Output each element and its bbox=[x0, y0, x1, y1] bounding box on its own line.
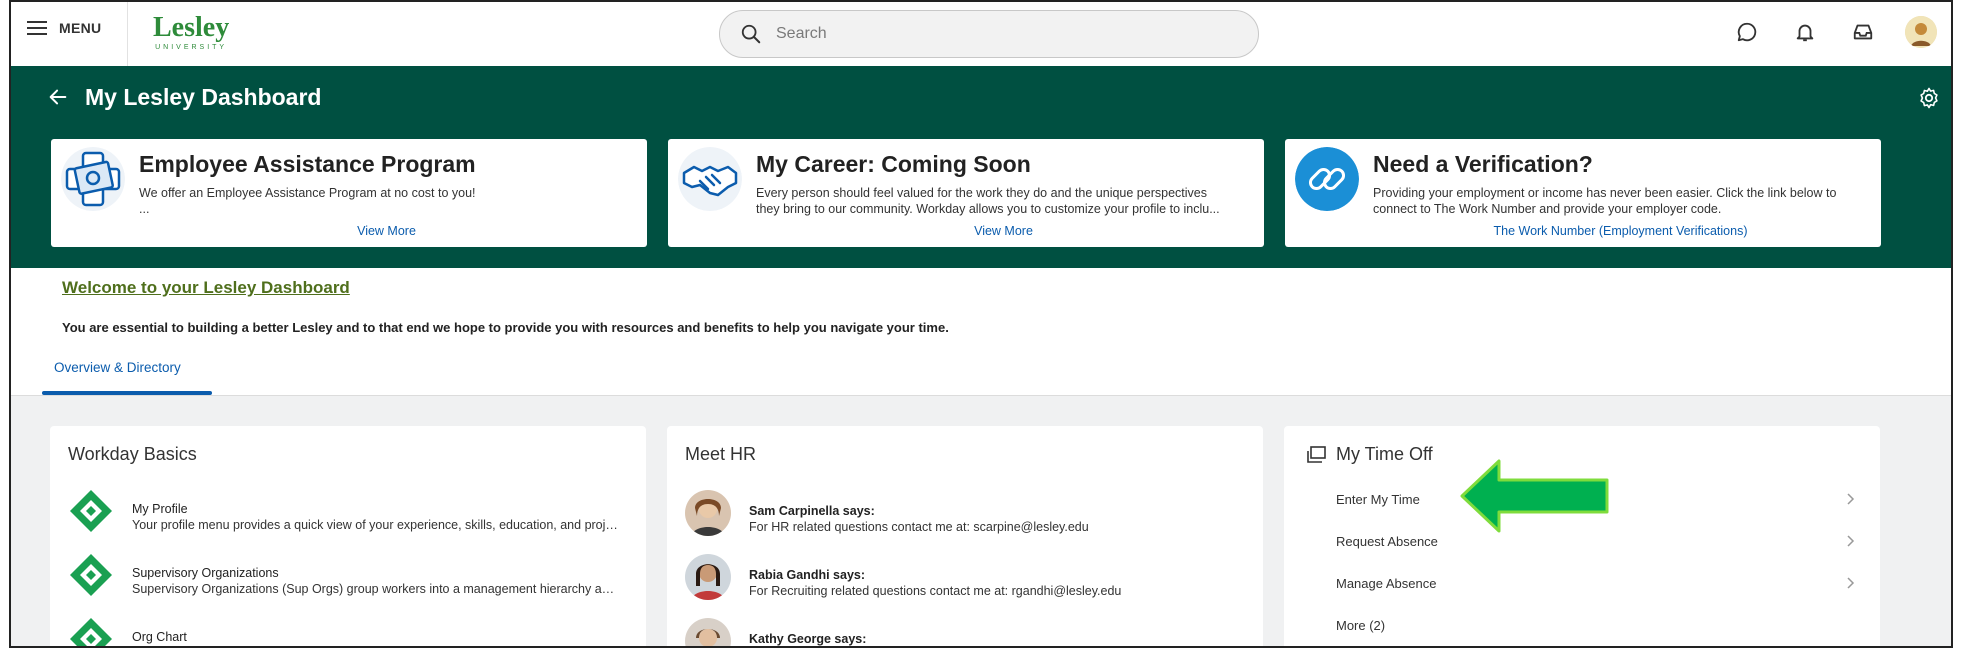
item-name: Supervisory Organizations bbox=[132, 566, 279, 580]
workday-diamond-icon bbox=[70, 490, 112, 532]
item-label: Request Absence bbox=[1336, 534, 1438, 549]
chevron-right-icon bbox=[1847, 535, 1855, 547]
inbox-icon[interactable] bbox=[1847, 16, 1879, 48]
tab-underline bbox=[42, 391, 212, 395]
bell-icon[interactable] bbox=[1789, 16, 1821, 48]
welcome-section: Welcome to your Lesley Dashboard You are… bbox=[11, 268, 1951, 349]
list-item-my-profile[interactable]: My Profile Your profile menu provides a … bbox=[68, 488, 628, 536]
widget-title: Workday Basics bbox=[68, 444, 197, 464]
top-icons bbox=[1731, 16, 1937, 48]
contact-photo bbox=[685, 618, 731, 646]
card-desc-line: We offer an Employee Assistance Program … bbox=[139, 186, 476, 200]
card-title: Employee Assistance Program bbox=[139, 151, 476, 177]
item-description: Supervisory Organizations (Sup Orgs) gro… bbox=[132, 582, 618, 596]
profile-avatar[interactable] bbox=[1905, 16, 1937, 48]
search-box[interactable] bbox=[719, 10, 1259, 58]
tab-overview-directory[interactable]: Overview & Directory bbox=[42, 348, 212, 395]
tab-label: Overview & Directory bbox=[54, 360, 181, 375]
card-title: Need a Verification? bbox=[1373, 151, 1593, 177]
search-input[interactable] bbox=[774, 24, 1218, 44]
card-my-career: My Career: Coming Soon Every person shou… bbox=[668, 139, 1264, 247]
card-employee-assistance: Employee Assistance Program We offer an … bbox=[51, 139, 647, 247]
window-stack-icon bbox=[1307, 445, 1326, 463]
view-more-link[interactable]: View More bbox=[139, 224, 634, 238]
divider bbox=[127, 2, 128, 66]
widget-title: My Time Off bbox=[1336, 444, 1433, 464]
logo-word: Lesley bbox=[153, 12, 230, 43]
lesley-logo[interactable]: Lesley UNIVERSITY bbox=[153, 12, 230, 52]
card-title: My Career: Coming Soon bbox=[756, 151, 1031, 177]
item-label: Enter My Time bbox=[1336, 492, 1420, 507]
card-desc-line: Providing your employment or income has … bbox=[1373, 186, 1837, 200]
card-desc-line: connect to The Work Number and provide y… bbox=[1373, 202, 1722, 216]
annotation-arrow-icon bbox=[1460, 459, 1609, 533]
hamburger-icon bbox=[27, 21, 47, 35]
manage-absence-link[interactable]: Manage Absence bbox=[1336, 570, 1856, 600]
hr-contact-kathy: Kathy George says: bbox=[685, 618, 1245, 646]
more-link[interactable]: More (2) bbox=[1336, 612, 1856, 642]
contact-photo bbox=[685, 490, 731, 536]
card-description: Providing your employment or income has … bbox=[1373, 185, 1868, 217]
contact-description: For Recruiting related questions contact… bbox=[749, 584, 1122, 598]
tab-bar: Overview & Directory bbox=[11, 348, 1951, 396]
card-description: Every person should feel valued for the … bbox=[756, 185, 1251, 217]
menu-label: MENU bbox=[59, 20, 102, 36]
workday-diamond-icon bbox=[70, 618, 112, 646]
widget-header: My Time Off bbox=[1306, 444, 1433, 465]
list-item-org-chart[interactable]: Org Chart bbox=[68, 616, 628, 646]
card-description: We offer an Employee Assistance Program … bbox=[139, 185, 634, 217]
item-description: Your profile menu provides a quick view … bbox=[132, 518, 618, 532]
hr-contact-rabia: Rabia Gandhi says: For Recruiting relate… bbox=[685, 554, 1245, 606]
avatar bbox=[1905, 16, 1937, 48]
contact-photo bbox=[685, 554, 731, 600]
hr-contact-sam: Sam Carpinella says: For HR related ques… bbox=[685, 490, 1245, 542]
contact-name: Rabia Gandhi says: bbox=[749, 568, 866, 582]
item-label: More (2) bbox=[1336, 618, 1386, 633]
widget-title: Meet HR bbox=[685, 444, 757, 464]
back-arrow-icon[interactable] bbox=[47, 86, 69, 108]
item-label: Manage Absence bbox=[1336, 576, 1437, 591]
workday-basics-widget: Workday Basics My Profile Your profile m… bbox=[50, 426, 646, 646]
logo-sub: UNIVERSITY bbox=[155, 44, 228, 51]
search-icon bbox=[741, 24, 761, 44]
contact-description: For HR related questions contact me at: … bbox=[749, 520, 1089, 534]
card-desc-line: Every person should feel valued for the … bbox=[756, 186, 1207, 200]
dashboard-header: My Lesley Dashboard Employee Assistance … bbox=[11, 66, 1951, 268]
list-item-supervisory-organizations[interactable]: Supervisory Organizations Supervisory Or… bbox=[68, 552, 628, 600]
welcome-subtitle: You are essential to building a better L… bbox=[62, 320, 949, 335]
meet-hr-widget: Meet HR Sam Carpinella says: For HR rela… bbox=[667, 426, 1263, 646]
contact-name: Kathy George says: bbox=[749, 632, 867, 646]
item-name: Org Chart bbox=[132, 630, 187, 644]
handshake-icon bbox=[678, 147, 742, 211]
card-need-verification: Need a Verification? Providing your empl… bbox=[1285, 139, 1881, 247]
app-window: MENU Lesley UNIVERSITY My Lesley Dashboa… bbox=[9, 0, 1953, 648]
page-title: My Lesley Dashboard bbox=[85, 84, 322, 110]
work-number-link[interactable]: The Work Number (Employment Verification… bbox=[1373, 224, 1868, 238]
card-desc-line: they bring to our community. Workday all… bbox=[756, 202, 1220, 216]
top-bar: MENU Lesley UNIVERSITY bbox=[11, 2, 1951, 67]
card-desc-line: ... bbox=[139, 202, 150, 216]
chevron-right-icon bbox=[1847, 577, 1855, 589]
chevron-right-icon bbox=[1847, 493, 1855, 505]
chat-icon[interactable] bbox=[1731, 16, 1763, 48]
gear-icon[interactable] bbox=[1917, 86, 1941, 110]
contact-name: Sam Carpinella says: bbox=[749, 504, 875, 518]
view-more-link[interactable]: View More bbox=[756, 224, 1251, 238]
money-icon bbox=[61, 147, 125, 211]
workday-diamond-icon bbox=[70, 554, 112, 596]
item-name: My Profile bbox=[132, 502, 188, 516]
welcome-title[interactable]: Welcome to your Lesley Dashboard bbox=[62, 278, 350, 298]
menu-button[interactable]: MENU bbox=[27, 20, 101, 36]
link-icon bbox=[1295, 147, 1359, 211]
